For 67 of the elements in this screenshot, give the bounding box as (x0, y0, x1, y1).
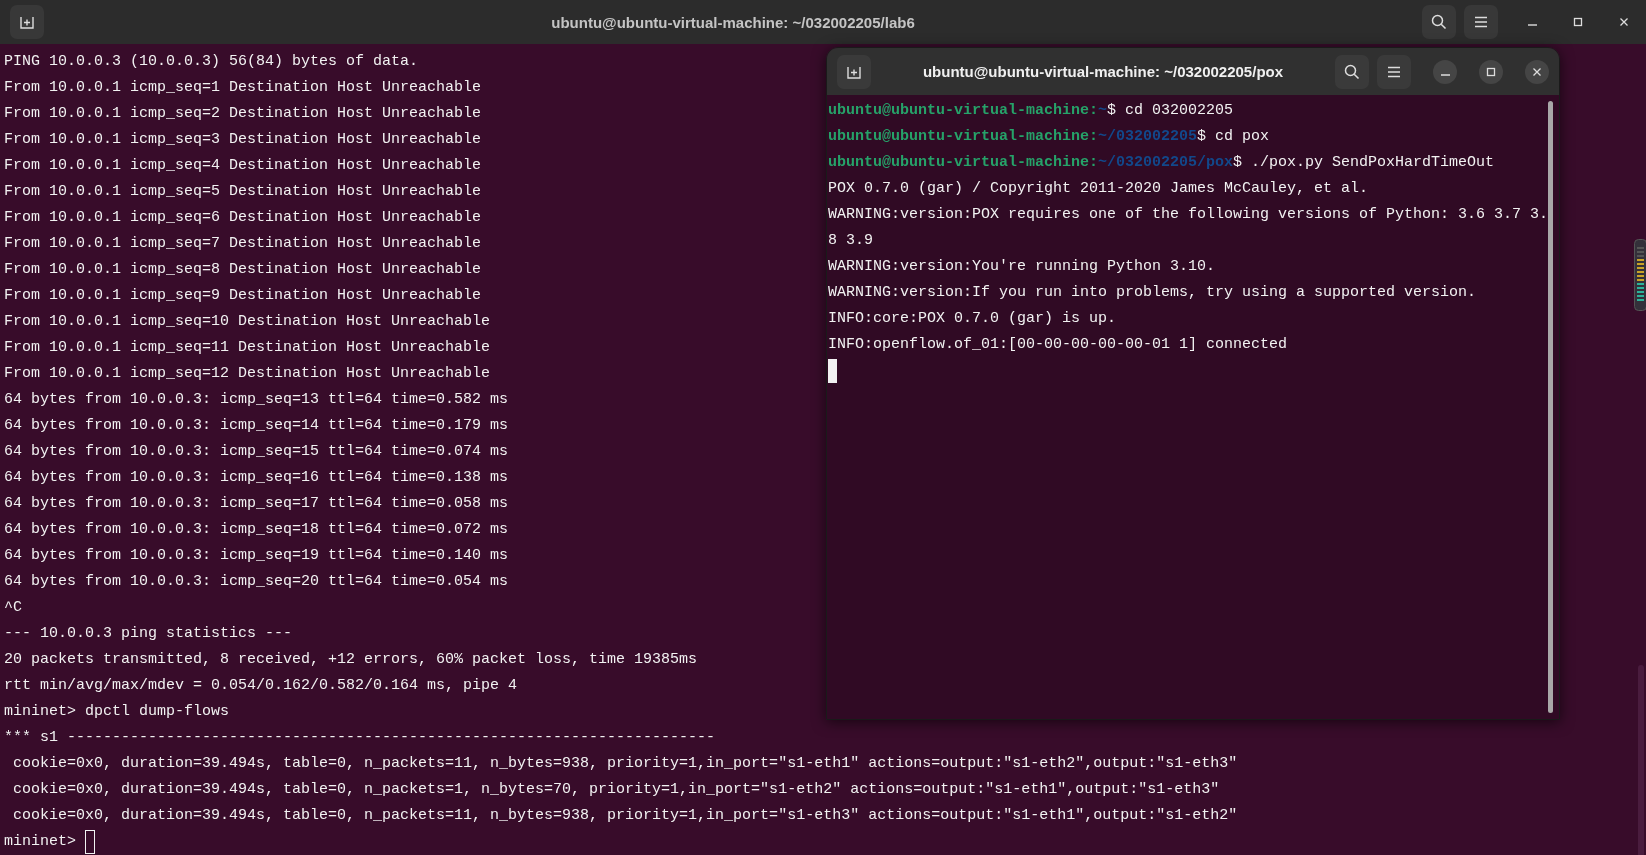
terminal-line: 64 bytes from 10.0.0.3: icmp_seq=17 ttl=64 time=0.058 ms (4, 494, 509, 514)
search-icon (1431, 14, 1447, 30)
menu-button[interactable] (1377, 54, 1411, 89)
terminal-line: INFO:core:POX 0.7.0 (gar) is up. (828, 309, 1117, 329)
terminal-line: cookie=0x0, duration=39.494s, table=0, n_packets=1, n_bytes=70, priority=1,in_port="s1-eth2" actions=output:"s1-eth1",output:"s1-eth3" (12, 780, 1220, 800)
maximize-icon (1573, 17, 1583, 27)
minimize-icon (1440, 73, 1450, 76)
terminal-line: 64 bytes from 10.0.0.3: icmp_seq=15 ttl=64 time=0.074 ms (4, 442, 509, 462)
terminal-line: ubuntu@ubuntu-virtual-machine:~/032002205$ cd pox (828, 127, 1270, 147)
terminal-line: 64 bytes from 10.0.0.3: icmp_seq=13 ttl=64 time=0.582 ms (4, 390, 509, 410)
terminal-line: 64 bytes from 10.0.0.3: icmp_seq=20 ttl=64 time=0.054 ms (4, 572, 509, 592)
menu-icon (1474, 16, 1488, 28)
terminal-line: INFO:openflow.of_01:[00-00-00-00-00-01 1] connected (828, 335, 1288, 355)
search-button[interactable] (1335, 54, 1369, 89)
terminal-line: From 10.0.0.1 icmp_seq=3 Destination Host Unreachable (4, 130, 482, 150)
terminal-line: mininet> dpctl dump-flows (4, 702, 230, 722)
terminal-line: ubuntu@ubuntu-virtual-machine:~$ cd 032002205 (828, 101, 1234, 121)
maximize-button[interactable] (1479, 59, 1503, 84)
terminal-line: From 10.0.0.1 icmp_seq=8 Destination Host Unreachable (4, 260, 482, 280)
terminal-line: WARNING:version:POX requires one of the following versions of Python: 3.6 3.7 3. (828, 205, 1549, 225)
menu-button[interactable] (1464, 5, 1498, 39)
new-tab-icon (19, 14, 35, 30)
terminal-prompt: mininet> (4, 832, 76, 852)
terminal-line: From 10.0.0.1 icmp_seq=1 Destination Host Unreachable (4, 78, 482, 98)
terminal-line: From 10.0.0.1 icmp_seq=9 Destination Host Unreachable (4, 286, 482, 306)
terminal-line: PING 10.0.0.3 (10.0.0.3) 56(84) bytes of data. (4, 52, 419, 72)
terminal-line: 64 bytes from 10.0.0.3: icmp_seq=19 ttl=64 time=0.140 ms (4, 546, 509, 566)
terminal-line: From 10.0.0.1 icmp_seq=11 Destination Host Unreachable (4, 338, 491, 358)
terminal-line: From 10.0.0.1 icmp_seq=4 Destination Host Unreachable (4, 156, 482, 176)
search-icon (1344, 63, 1360, 80)
window-title: ubuntu@ubuntu-virtual-machine: ~/032002205/pox (921, 63, 1285, 80)
terminal-line: From 10.0.0.1 icmp_seq=10 Destination Host Unreachable (4, 312, 491, 332)
terminal-line: cookie=0x0, duration=39.494s, table=0, n_packets=11, n_bytes=938, priority=1,in_port="s1-eth3" actions=output:"s1-eth1",output:"s1-eth2" (12, 806, 1238, 826)
window-title: ubuntu@ubuntu-virtual-machine: ~/032002205/lab6 (550, 13, 916, 31)
terminal-line: rtt min/avg/max/mdev = 0.054/0.162/0.582/0.164 ms, pipe 4 (4, 676, 518, 696)
terminal-line: 8 3.9 (828, 231, 873, 251)
close-icon (1619, 17, 1629, 27)
terminal-line: From 10.0.0.1 icmp_seq=6 Destination Host Unreachable (4, 208, 482, 228)
terminal-line: ^C (4, 598, 22, 618)
terminal-line: 20 packets transmitted, 8 received, +12 errors, 60% packet loss, time 19385ms (4, 650, 698, 670)
terminal-line: 64 bytes from 10.0.0.3: icmp_seq=16 ttl=64 time=0.138 ms (4, 468, 509, 488)
terminal-line: From 10.0.0.1 icmp_seq=7 Destination Host Unreachable (4, 234, 482, 254)
close-icon (1532, 66, 1542, 77)
terminal-line: POX 0.7.0 (gar) / Copyright 2011-2020 James McCauley, et al. (828, 179, 1369, 199)
terminal-line: *** s1 ------------------------------------------------------------------------ (4, 728, 716, 748)
terminal-line: From 10.0.0.1 icmp_seq=5 Destination Host Unreachable (4, 182, 482, 202)
level-meter-icon (1634, 239, 1646, 311)
terminal-line: 64 bytes from 10.0.0.3: icmp_seq=14 ttl=64 time=0.179 ms (4, 416, 509, 436)
new-tab-button[interactable] (10, 5, 44, 39)
terminal-line: From 10.0.0.1 icmp_seq=12 Destination Host Unreachable (4, 364, 491, 384)
maximize-icon (1486, 66, 1496, 77)
text-cursor (828, 359, 837, 383)
scrollbar[interactable] (1548, 101, 1553, 713)
new-tab-button[interactable] (837, 54, 871, 89)
terminal-line: --- 10.0.0.3 ping statistics --- (4, 624, 293, 644)
search-button[interactable] (1422, 5, 1456, 39)
terminal-line: 64 bytes from 10.0.0.3: icmp_seq=18 ttl=64 time=0.072 ms (4, 520, 509, 540)
terminal-line: From 10.0.0.1 icmp_seq=2 Destination Host Unreachable (4, 104, 482, 124)
minimize-icon (1527, 24, 1537, 26)
close-button[interactable] (1525, 59, 1549, 84)
minimize-button[interactable] (1433, 59, 1457, 84)
terminal-line: WARNING:version:You're running Python 3.10. (828, 257, 1216, 277)
terminal-line: ubuntu@ubuntu-virtual-machine:~/032002205/pox$ ./pox.py SendPoxHardTimeOut (828, 153, 1495, 173)
terminal-line: cookie=0x0, duration=39.494s, table=0, n_packets=11, n_bytes=938, priority=1,in_port="s1-eth1" actions=output:"s1-eth2",output:"s1-eth3" (12, 754, 1238, 774)
terminal-line: WARNING:version:If you run into problems, try using a supported version. (828, 283, 1477, 303)
text-cursor (85, 830, 95, 854)
menu-icon (1387, 65, 1401, 78)
